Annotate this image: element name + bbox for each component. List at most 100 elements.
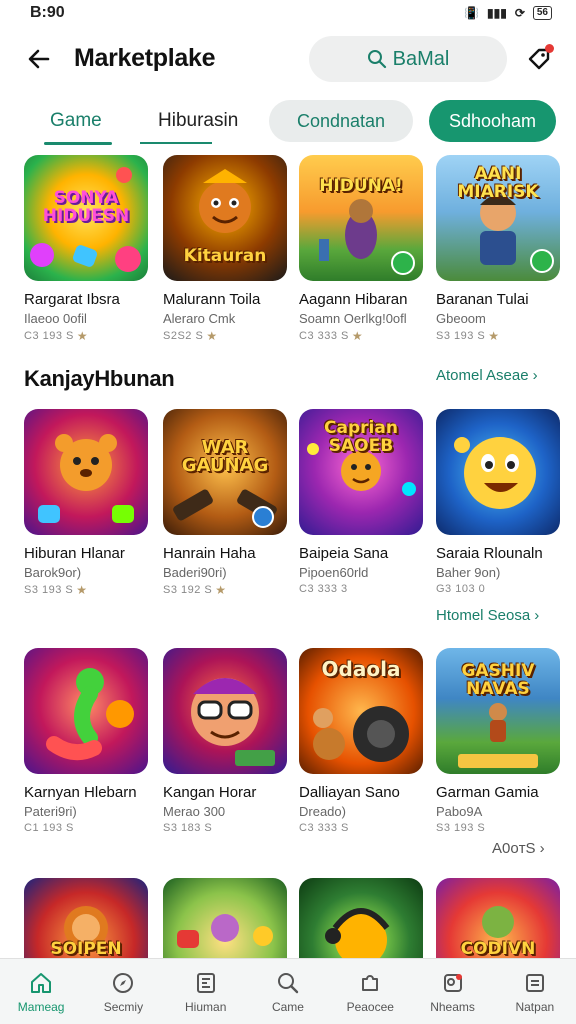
nav-item-hiuman[interactable]: Hiuman xyxy=(165,959,247,1024)
app-thumbnail: WAR GAUNAG xyxy=(163,409,287,535)
rating-value: C3 333 3 xyxy=(299,583,348,595)
thumbnail-title: HIDUNA! xyxy=(319,176,403,196)
nav-item-peaocee[interactable]: Peaocee xyxy=(329,959,411,1024)
app-thumbnail xyxy=(24,648,148,774)
status-icons: 📳 ▮▮▮ ⟳ 56 xyxy=(464,6,552,20)
page-title: Marketplake xyxy=(74,44,216,72)
nav-item-came[interactable]: Came xyxy=(247,959,329,1024)
search-icon xyxy=(367,50,386,69)
app-card[interactable]: Karnyan Hlebarn Pateri9ri) C1 193 S xyxy=(24,648,148,834)
nav-label: Secmiy xyxy=(103,999,144,1014)
app-thumbnail: Kitauran xyxy=(163,155,287,281)
app-title: Baranan Tulai xyxy=(436,291,529,308)
back-button[interactable] xyxy=(22,42,56,76)
star-icon: ★ xyxy=(206,329,218,343)
app-subtitle: Gbeoom xyxy=(436,311,486,326)
compass-icon xyxy=(110,970,136,996)
app-title: Hanrain Haha xyxy=(163,545,256,562)
app-title: Baipeia Sana xyxy=(299,545,389,562)
app-rating: C3 333 S xyxy=(299,822,423,834)
see-more-link[interactable]: Atomel Aseae › xyxy=(436,367,538,384)
thumbnail-title: AANI MIARISK xyxy=(457,164,539,202)
app-card[interactable]: Hiburan Hlanar Barok9or) S3 193 S ★ xyxy=(24,409,148,597)
app-title: Malurann Toila xyxy=(163,291,261,308)
tab-hiburasin[interactable]: Hiburasin xyxy=(158,110,238,132)
nav-item-nheams[interactable]: Nheams xyxy=(411,959,493,1024)
app-card[interactable]: SONYA HIDUESN Rargarat Ibsra Ilaeoo 0ofi… xyxy=(24,155,148,343)
profile-icon xyxy=(440,970,466,996)
app-card[interactable]: GASHIV NAVAS Garman Gamia Pabo9A S3 193 … xyxy=(436,648,560,834)
nav-item-natpan[interactable]: Natpan xyxy=(494,959,576,1024)
app-subtitle: Barok9or) xyxy=(24,565,82,580)
see-more-link[interactable]: A0oтS › xyxy=(492,840,545,857)
app-thumbnail: SONYA HIDUESN xyxy=(24,155,148,281)
app-thumbnail: GASHIV NAVAS xyxy=(436,648,560,774)
app-header: Marketplake BaMal xyxy=(0,30,576,90)
see-more-link[interactable]: Htomel Seosa › xyxy=(436,607,539,624)
search-label: BaMal xyxy=(392,47,450,70)
app-card[interactable]: Saraia Rlounaln Baher 9on) G3 103 0 xyxy=(436,409,560,595)
nav-label: Hiuman xyxy=(185,999,227,1014)
app-card[interactable]: Kangan Horar Merao 300 S3 183 S xyxy=(163,648,287,834)
chip-sdhooham[interactable]: Sdhooham xyxy=(429,100,556,142)
rating-value: C3 193 S xyxy=(24,330,74,342)
app-title: Garman Gamia xyxy=(436,784,539,801)
star-icon: ★ xyxy=(76,329,89,343)
glasses-character-icon xyxy=(191,678,275,766)
tab-game[interactable]: Game xyxy=(50,110,102,132)
app-rating: C3 193 S ★ xyxy=(24,329,148,343)
rating-value: S3 193 S xyxy=(436,330,486,342)
app-thumbnail: HIDUNA! xyxy=(299,155,423,281)
app-rating: S2S2 S ★ xyxy=(163,329,287,343)
app-card[interactable]: HIDUNA! Aagann Hibaran Soamn Oerlkg!0ofl… xyxy=(299,155,423,343)
app-card[interactable]: Caprian SAOEB Baipeia Sana Pipoen60rld C… xyxy=(299,409,423,595)
nav-item-security[interactable]: Secmiy xyxy=(82,959,164,1024)
chevron-right-icon: › xyxy=(534,607,540,624)
nav-label: Nheams xyxy=(430,999,475,1014)
app-card[interactable]: Odaola Dalliayan Sano Dreado) C3 333 S xyxy=(299,648,423,834)
app-subtitle: Soamn Oerlkg!0ofl xyxy=(299,311,407,326)
notification-dot xyxy=(545,44,554,53)
app-title: Kangan Horar xyxy=(163,784,257,801)
app-title: Rargarat Ibsra xyxy=(24,291,120,308)
nav-item-home[interactable]: Mameag xyxy=(0,959,82,1024)
thumbnail-title: SONYA HIDUESN xyxy=(42,188,130,226)
nav-label: Mameag xyxy=(17,999,65,1014)
section-title: KanjayHbunan xyxy=(24,366,175,391)
see-more-label: Htomel Seosa xyxy=(436,607,531,624)
see-more-label: A0oтS xyxy=(492,840,536,857)
search-button[interactable]: BaMal xyxy=(309,36,507,82)
app-card[interactable]: Kitauran Malurann Toila Alerarо Cmk S2S2… xyxy=(163,155,287,343)
app-subtitle: Alerarо Cmk xyxy=(163,311,236,326)
app-title: Hiburan Hlanar xyxy=(24,545,125,562)
app-title: Aagann Hibaran xyxy=(299,291,408,308)
nav-label: Natpan xyxy=(515,999,555,1014)
app-rating: S3 193 S ★ xyxy=(436,329,560,343)
menu-icon xyxy=(522,970,548,996)
vibrate-icon: 📳 xyxy=(464,6,479,20)
thumbnail-title: Kitauran xyxy=(183,246,267,266)
status-bar: B:90 📳 ▮▮▮ ⟳ 56 xyxy=(0,0,576,26)
app-subtitle: Merao 300 xyxy=(163,804,226,819)
app-title: Dalliayan Sano xyxy=(299,784,400,801)
app-card[interactable]: AANI MIARISK Baranan Tulai Gbeoom S3 193… xyxy=(436,155,560,343)
status-time: B:90 xyxy=(30,4,65,21)
thumbnail-title: WAR GAUNAG xyxy=(181,437,269,476)
rating-value: C1 193 S xyxy=(24,822,74,834)
app-subtitle: Baher 9on) xyxy=(436,565,501,580)
app-rating: S3 193 S ★ xyxy=(24,583,148,597)
app-thumbnail xyxy=(436,409,560,535)
tab-game-indicator xyxy=(44,142,112,145)
app-subtitle: Pateri9ri) xyxy=(24,804,77,819)
chip-condnatan[interactable]: Condnatan xyxy=(269,100,413,142)
app-card[interactable]: WAR GAUNAG Hanrain Haha Baderi90ri) S3 1… xyxy=(163,409,287,597)
rating-value: G3 103 0 xyxy=(436,583,486,595)
notification-button[interactable] xyxy=(522,42,556,76)
app-thumbnail: Caprian SAOEB xyxy=(299,409,423,535)
app-rating: S3 193 S xyxy=(436,822,560,834)
grid-icon xyxy=(193,970,219,996)
app-subtitle: Ilaeoo 0ofil xyxy=(24,311,87,326)
bottom-navigation: Mameag Secmiy Hiuman Came Peaocee Nheams… xyxy=(0,958,576,1024)
app-subtitle: Baderi90ri) xyxy=(163,565,227,580)
rating-value: S3 193 S xyxy=(436,822,486,834)
